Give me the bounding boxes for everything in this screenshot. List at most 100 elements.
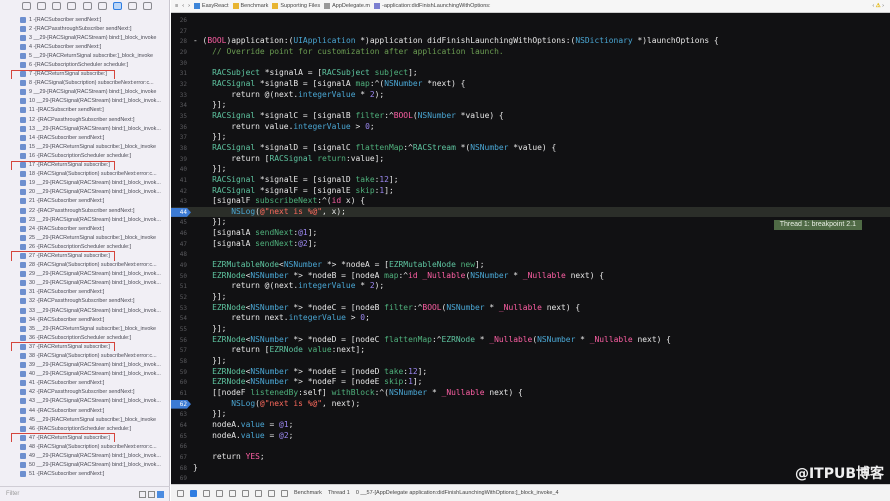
stack-frame[interactable]: 19 __29-[RACSignal(RACStream) bind:]_blo…	[0, 179, 170, 188]
line-number[interactable]: 43	[171, 197, 187, 208]
line-number[interactable]: 59	[171, 368, 187, 379]
issue-navigation[interactable]: ‹ ⚠ ›	[872, 3, 884, 9]
step-over-icon[interactable]	[216, 489, 223, 497]
line-number[interactable]: 33	[171, 91, 187, 102]
stack-frame[interactable]: 11 -[RACSubscriber sendNext:]	[0, 106, 170, 115]
stack-frame[interactable]: 50 __29-[RACSignal(RACStream) bind:]_blo…	[0, 461, 170, 470]
forward-button[interactable]: ›	[188, 3, 190, 9]
symbol-navigator-icon[interactable]	[52, 2, 62, 10]
stack-frame[interactable]: 8 -[RACSignal(Subscription) subscribeNex…	[0, 79, 170, 88]
line-number[interactable]: 39	[171, 155, 187, 166]
stack-frame[interactable]: 48 -[RACSignal(Subscription) subscribeNe…	[0, 442, 170, 451]
stack-frame[interactable]: 26 -[RACSubscriptionScheduler schedule:]	[0, 242, 170, 251]
filter-option-icon[interactable]	[139, 490, 146, 498]
line-number[interactable]: 52	[171, 293, 187, 304]
stack-frame[interactable]: 12 -[RACPassthroughSubscriber sendNext:]	[0, 115, 170, 124]
line-number[interactable]: 64	[171, 421, 187, 432]
stack-frame[interactable]: 46 -[RACSubscriptionScheduler schedule:]	[0, 424, 170, 433]
breadcrumb-method[interactable]: -application:didFinishLaunchingWithOptio…	[374, 3, 491, 9]
stack-frame[interactable]: 25 __29-[RACReturnSignal subscribe:]_blo…	[0, 233, 170, 242]
stack-frame[interactable]: 24 -[RACSubscriber sendNext:]	[0, 224, 170, 233]
stack-frame[interactable]: 6 -[RACSubscriptionScheduler schedule:]	[0, 60, 170, 69]
breadcrumb-group[interactable]: Benchmark	[232, 3, 268, 9]
stack-frame[interactable]: 4 -[RACSubscriber sendNext:]	[0, 42, 170, 51]
debug-crumb-frame[interactable]: 0 __57-[AppDelegate application:didFinis…	[356, 490, 559, 496]
line-number[interactable]: 29	[171, 48, 187, 59]
line-number[interactable]: 42	[171, 187, 187, 198]
debug-crumb-thread[interactable]: Thread 1	[328, 490, 350, 496]
stack-frame[interactable]: 18 -[RACSignal(Subscription) subscribeNe…	[0, 170, 170, 179]
line-number[interactable]: 51	[171, 282, 187, 293]
line-number[interactable]: 57	[171, 346, 187, 357]
stack-frame[interactable]: 7 -[RACReturnSignal subscribe:]	[0, 69, 170, 79]
stack-frame[interactable]: 41 -[RACSubscriber sendNext:]	[0, 379, 170, 388]
project-navigator-icon[interactable]	[22, 2, 31, 10]
stack-frame[interactable]: 47 -[RACReturnSignal subscribe:]	[0, 433, 170, 443]
stack-frame[interactable]: 14 -[RACSubscriber sendNext:]	[0, 133, 170, 142]
stack-frame[interactable]: 42 -[RACPassthroughSubscriber sendNext:]	[0, 388, 170, 397]
stack-frame[interactable]: 27 -[RACReturnSignal subscribe:]	[0, 251, 170, 261]
line-number[interactable]: 55	[171, 325, 187, 336]
filter-input[interactable]: Filter	[6, 491, 19, 497]
stack-frame[interactable]: 36 -[RACSubscriptionScheduler schedule:]	[0, 333, 170, 342]
breakpoints-toggle-icon[interactable]	[190, 489, 197, 497]
breakpoint-navigator-icon[interactable]	[127, 2, 137, 10]
line-number[interactable]: 56	[171, 336, 187, 347]
stack-frame[interactable]: 43 __29-[RACSignal(RACStream) bind:]_blo…	[0, 397, 170, 406]
line-number[interactable]: 48	[171, 250, 187, 261]
stack-frame[interactable]: 35 __29-[RACReturnSignal subscribe:]_blo…	[0, 324, 170, 333]
stack-frame[interactable]: 5 __29-[RACReturnSignal subscribe:]_bloc…	[0, 51, 170, 60]
issue-navigator-icon[interactable]	[82, 2, 92, 10]
breadcrumb-group[interactable]: Supporting Files	[272, 3, 320, 9]
view-hierarchy-icon[interactable]	[255, 489, 262, 497]
line-number[interactable]: 69	[171, 474, 187, 484]
line-number[interactable]: 37	[171, 133, 187, 144]
line-number[interactable]: 40	[171, 165, 187, 176]
stack-frame[interactable]: 2 -[RACPassthroughSubscriber sendNext:]	[0, 24, 170, 33]
stack-frame[interactable]: 10 __29-[RACSignal(RACStream) bind:]_blo…	[0, 97, 170, 106]
stack-frame[interactable]: 32 -[RACPassthroughSubscriber sendNext:]	[0, 297, 170, 306]
line-number[interactable]: 27	[171, 27, 187, 38]
line-number[interactable]: 35	[171, 112, 187, 123]
stack-frame[interactable]: 30 __29-[RACSignal(RACStream) bind:]_blo…	[0, 279, 170, 288]
stack-frame[interactable]: 51 -[RACSubscriber sendNext:]	[0, 470, 170, 479]
stack-frame[interactable]: 17 -[RACReturnSignal subscribe:]	[0, 160, 170, 170]
stack-frame[interactable]: 15 __29-[RACReturnSignal subscribe:]_blo…	[0, 142, 170, 151]
stack-frame[interactable]: 29 __29-[RACSignal(RACStream) bind:]_blo…	[0, 270, 170, 279]
hide-debug-area-icon[interactable]	[177, 489, 184, 497]
debug-crumb-target[interactable]: Benchmark	[294, 490, 322, 496]
stack-frame[interactable]: 1 -[RACSubscriber sendNext:]	[0, 15, 170, 24]
find-navigator-icon[interactable]	[67, 2, 77, 10]
line-number[interactable]: 60	[171, 378, 187, 389]
line-number[interactable]: 32	[171, 80, 187, 91]
line-number[interactable]: 31	[171, 69, 187, 80]
line-number[interactable]: 53	[171, 304, 187, 315]
related-items-icon[interactable]: ≡	[175, 3, 178, 9]
stack-frame[interactable]: 28 -[RACSignal(Subscription) subscribeNe…	[0, 261, 170, 270]
line-number[interactable]: 26	[171, 16, 187, 27]
source-editor[interactable]: 26 27 28- (BOOL)application:(UIApplication…	[171, 13, 890, 484]
stack-frame[interactable]: 22 -[RACPassthroughSubscriber sendNext:]	[0, 206, 170, 215]
stack-frame[interactable]: 38 -[RACSignal(Subscription) subscribeNe…	[0, 351, 170, 360]
filter-option-icon[interactable]	[148, 490, 155, 498]
stack-frame[interactable]: 21 -[RACSubscriber sendNext:]	[0, 197, 170, 206]
step-out-icon[interactable]	[242, 489, 249, 497]
stack-frame[interactable]: 44 -[RACSubscriber sendNext:]	[0, 406, 170, 415]
line-number[interactable]: 45	[171, 218, 187, 229]
breadcrumb-file[interactable]: AppDelegate.m	[324, 3, 370, 9]
report-navigator-icon[interactable]	[143, 2, 152, 10]
line-number[interactable]: 41	[171, 176, 187, 187]
back-button[interactable]: ‹	[182, 3, 184, 9]
line-number[interactable]: 66	[171, 442, 187, 453]
step-into-icon[interactable]	[229, 489, 236, 497]
stack-frame[interactable]: 13 __29-[RACSignal(RACStream) bind:]_blo…	[0, 124, 170, 133]
debug-navigator-icon[interactable]	[112, 2, 122, 10]
memory-graph-icon[interactable]	[268, 489, 275, 497]
line-number[interactable]: 47	[171, 240, 187, 251]
line-number[interactable]: 34	[171, 101, 187, 112]
test-navigator-icon[interactable]	[97, 2, 107, 10]
line-number[interactable]: 68	[171, 464, 187, 475]
location-icon[interactable]	[281, 489, 288, 497]
line-number[interactable]: 36	[171, 123, 187, 134]
line-number[interactable]: 63	[171, 410, 187, 421]
